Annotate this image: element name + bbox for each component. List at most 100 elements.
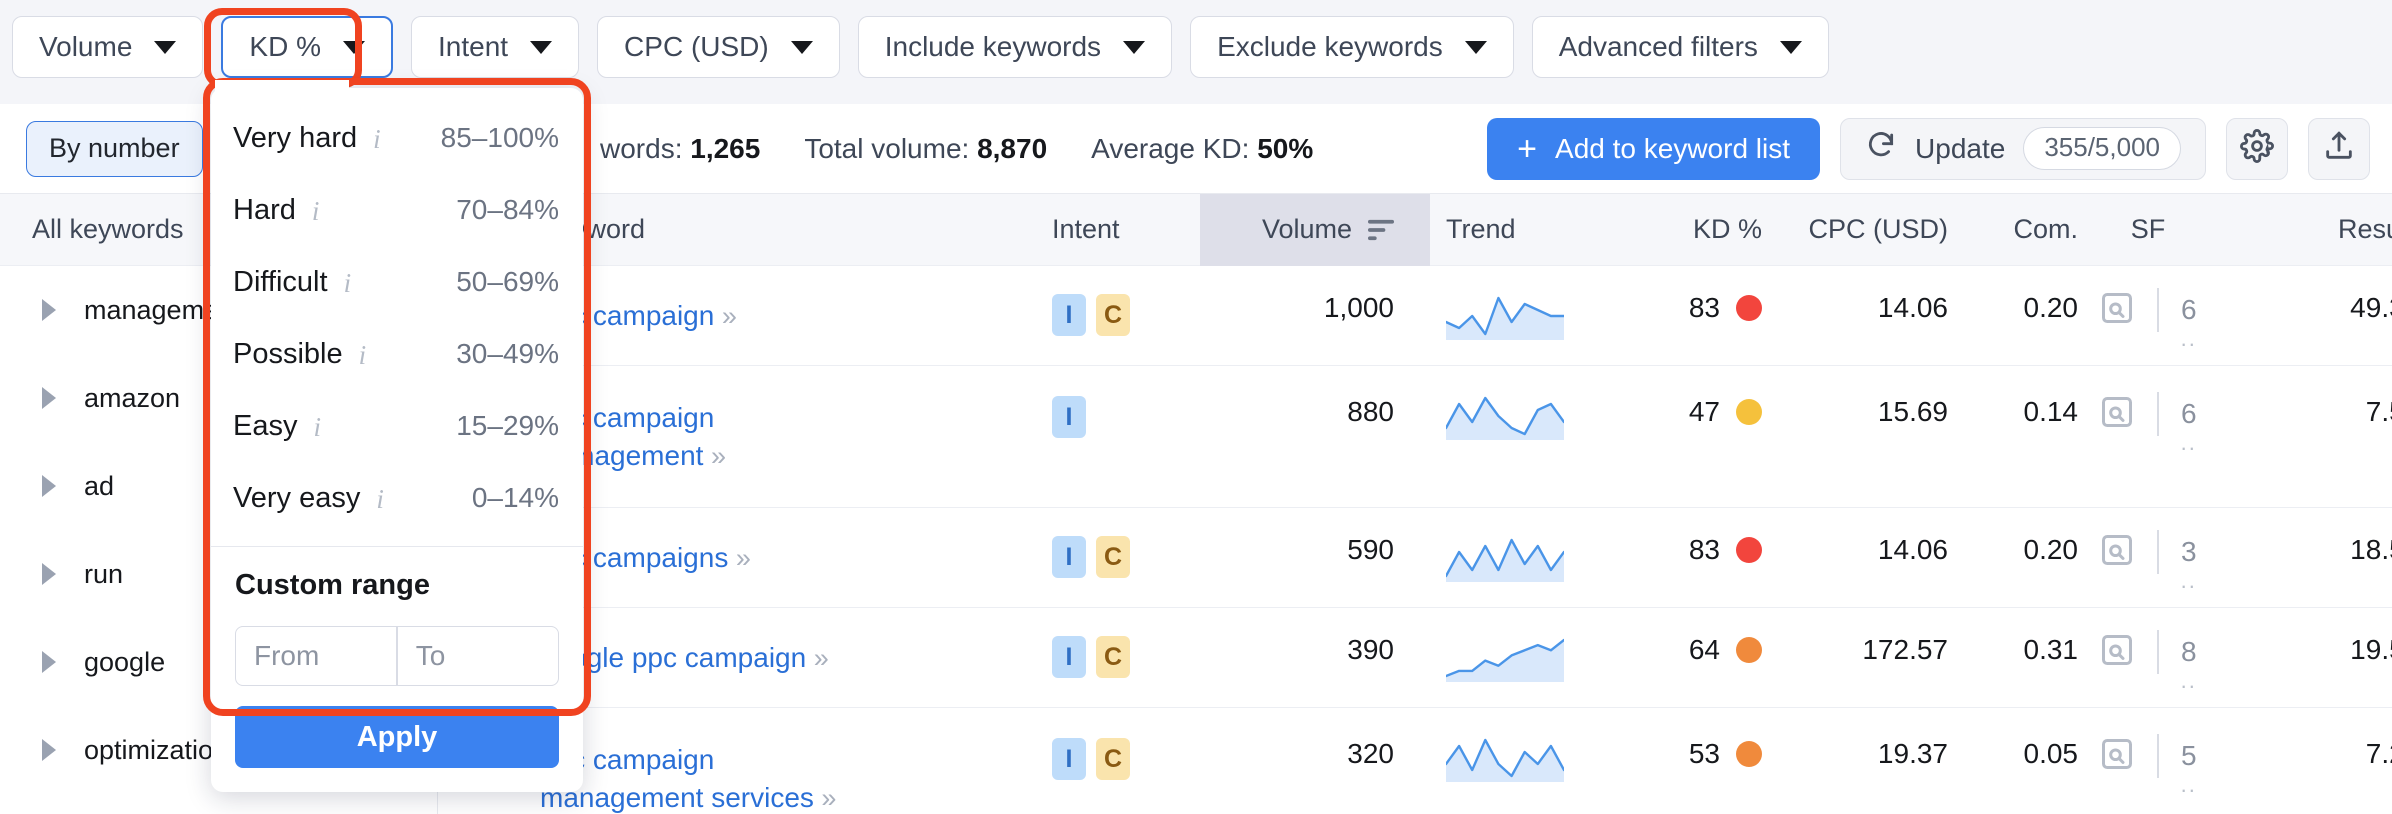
chevrons-right-icon[interactable]: » [714,301,737,331]
column-header-label: SF [2130,214,2166,244]
com-cell: 0.05 [2023,738,2079,769]
column-header-kd[interactable]: KD % [1600,194,1768,266]
kd-option-range: 70–84% [456,194,559,225]
filter-chip-exclude-keywords[interactable]: Exclude keywords [1190,16,1514,78]
keyword-link[interactable]: ppc campaign [540,399,1052,437]
filter-bar: Volume KD % Intent CPC (USD) Include keyword… [12,16,1829,78]
serp-feature-icon[interactable] [2099,632,2135,673]
trend-cell [1430,530,1600,582]
column-header-com[interactable]: Com. [1948,194,2078,266]
info-icon[interactable]: i [344,270,368,297]
filter-chip-intent[interactable]: Intent [410,16,580,78]
column-header-intent[interactable]: Intent [1052,194,1200,266]
volume-cell: 590 [1347,534,1394,565]
intent-badge-c[interactable]: C [1096,738,1130,780]
column-header-label: Com. [2013,214,2078,244]
filter-chip-cpc-usd[interactable]: CPC (USD) [597,16,840,78]
export-button[interactable] [2308,117,2370,180]
custom-range-section: Custom range Apply [211,547,583,792]
sf-count: 8.. [2181,636,2197,693]
table-row: ppc campaign management services » I C 320 53… [438,708,2392,814]
serp-feature-icon[interactable] [2099,736,2135,777]
update-button[interactable]: Update 355/5,000 [1840,117,2206,180]
serp-feature-icon[interactable] [2099,532,2135,573]
update-quota-badge: 355/5,000 [2023,127,2181,170]
intent-badge-c[interactable]: C [1096,636,1130,678]
info-icon[interactable]: i [313,414,337,441]
info-icon[interactable]: i [359,342,383,369]
trend-cell [1430,630,1600,682]
settings-button[interactable] [2226,117,2288,180]
table-row: ppc campaign »IC 1,000 83 14.06 0.20 6.. 49.3M… [438,266,2392,366]
summary-stats: words: 1,265 Total volume: 8,870 Average… [600,133,1313,165]
intent-badge-i[interactable]: I [1052,396,1086,438]
total-volume-label: Total volume: [804,132,970,164]
chevrons-right-icon[interactable]: » [703,441,726,471]
sf-cell: 6.. [2078,392,2218,455]
column-header-label: Results [2337,214,2392,244]
intent-badge-i[interactable]: I [1052,294,1086,336]
chevron-right-icon[interactable] [42,739,56,761]
chevrons-right-icon[interactable]: » [728,543,751,573]
kd-value: 53 [1688,738,1720,769]
intent-badge-i[interactable]: I [1052,738,1086,780]
kd-option-range: 85–100% [440,122,559,153]
chevron-right-icon[interactable] [42,651,56,673]
kd-value: 64 [1688,634,1720,665]
kd-option-very-easy[interactable]: Very easy i 0–14% [211,462,583,534]
kd-option-possible[interactable]: Possible i 30–49% [211,318,583,390]
apply-button[interactable]: Apply [235,706,559,768]
kd-option-easy[interactable]: Easy i 15–29% [211,390,583,462]
table-body: ppc campaign »IC1,0008314.060.206..49.3M… [438,266,2392,814]
intent-badge-i[interactable]: I [1052,536,1086,578]
info-icon[interactable]: i [373,126,397,153]
add-to-keyword-list-button[interactable]: + Add to keyword list [1487,117,1821,180]
volume-cell: 390 [1347,634,1394,665]
chevron-down-icon [530,40,553,54]
intent-badge-c[interactable]: C [1096,294,1130,336]
chevron-right-icon[interactable] [42,387,56,409]
filter-chip-kd[interactable]: KD % [221,16,393,78]
info-icon[interactable]: i [376,486,400,513]
filter-chip-advanced-filters[interactable]: Advanced filters [1531,16,1829,78]
range-from-input[interactable] [236,627,397,685]
column-header-label: KD % [1692,214,1762,244]
trend-sparkline [1446,538,1564,582]
filter-chip-label: Volume [39,31,133,62]
column-header-cpc[interactable]: CPC (USD) [1768,194,1949,266]
filter-chip-volume[interactable]: Volume [12,16,204,78]
kd-cell: 53 [1600,738,1768,770]
kd-option-difficult[interactable]: Difficult i 50–69% [211,246,583,318]
chevrons-right-icon[interactable]: » [814,783,836,813]
column-header-keyword[interactable]: Keyword [534,194,1052,266]
refresh-icon [1865,129,1897,168]
chevron-right-icon[interactable] [42,563,56,585]
serp-feature-icon[interactable] [2099,290,2135,331]
sort-desc-icon[interactable] [1368,219,1394,241]
kd-option-label: Possible [233,337,343,370]
sf-count-value: 5 [2180,740,2197,771]
kd-option-range: 15–29% [456,410,559,441]
kd-option-hard[interactable]: Hard i 70–84% [211,174,583,246]
filter-chip-include-keywords[interactable]: Include keywords [857,16,1173,78]
serp-feature-icon[interactable] [2099,394,2135,435]
kd-option-label: Very easy [233,481,361,514]
column-header-results[interactable]: Results [2218,194,2392,266]
chevron-right-icon[interactable] [42,475,56,497]
column-header-sf[interactable]: SF [2078,194,2218,266]
chevron-right-icon[interactable] [42,299,56,321]
trend-sparkline [1446,638,1564,682]
chevrons-right-icon[interactable]: » [806,643,829,673]
plus-icon: + [1517,129,1538,168]
column-header-volume[interactable]: Volume [1200,194,1430,266]
keyword-link[interactable]: ppc campaign [540,741,1052,779]
sf-dashes: .. [2180,772,2197,797]
info-icon[interactable]: i [312,198,336,225]
cpc-cell: 172.57 [1862,634,1948,665]
column-header-trend[interactable]: Trend [1430,194,1600,266]
kd-option-very-hard[interactable]: Very hard i 85–100% [211,102,583,174]
intent-badge-i[interactable]: I [1052,636,1086,678]
range-to-input[interactable] [397,627,558,685]
intent-badge-c[interactable]: C [1096,536,1130,578]
by-number-toggle[interactable]: By number [26,120,203,177]
